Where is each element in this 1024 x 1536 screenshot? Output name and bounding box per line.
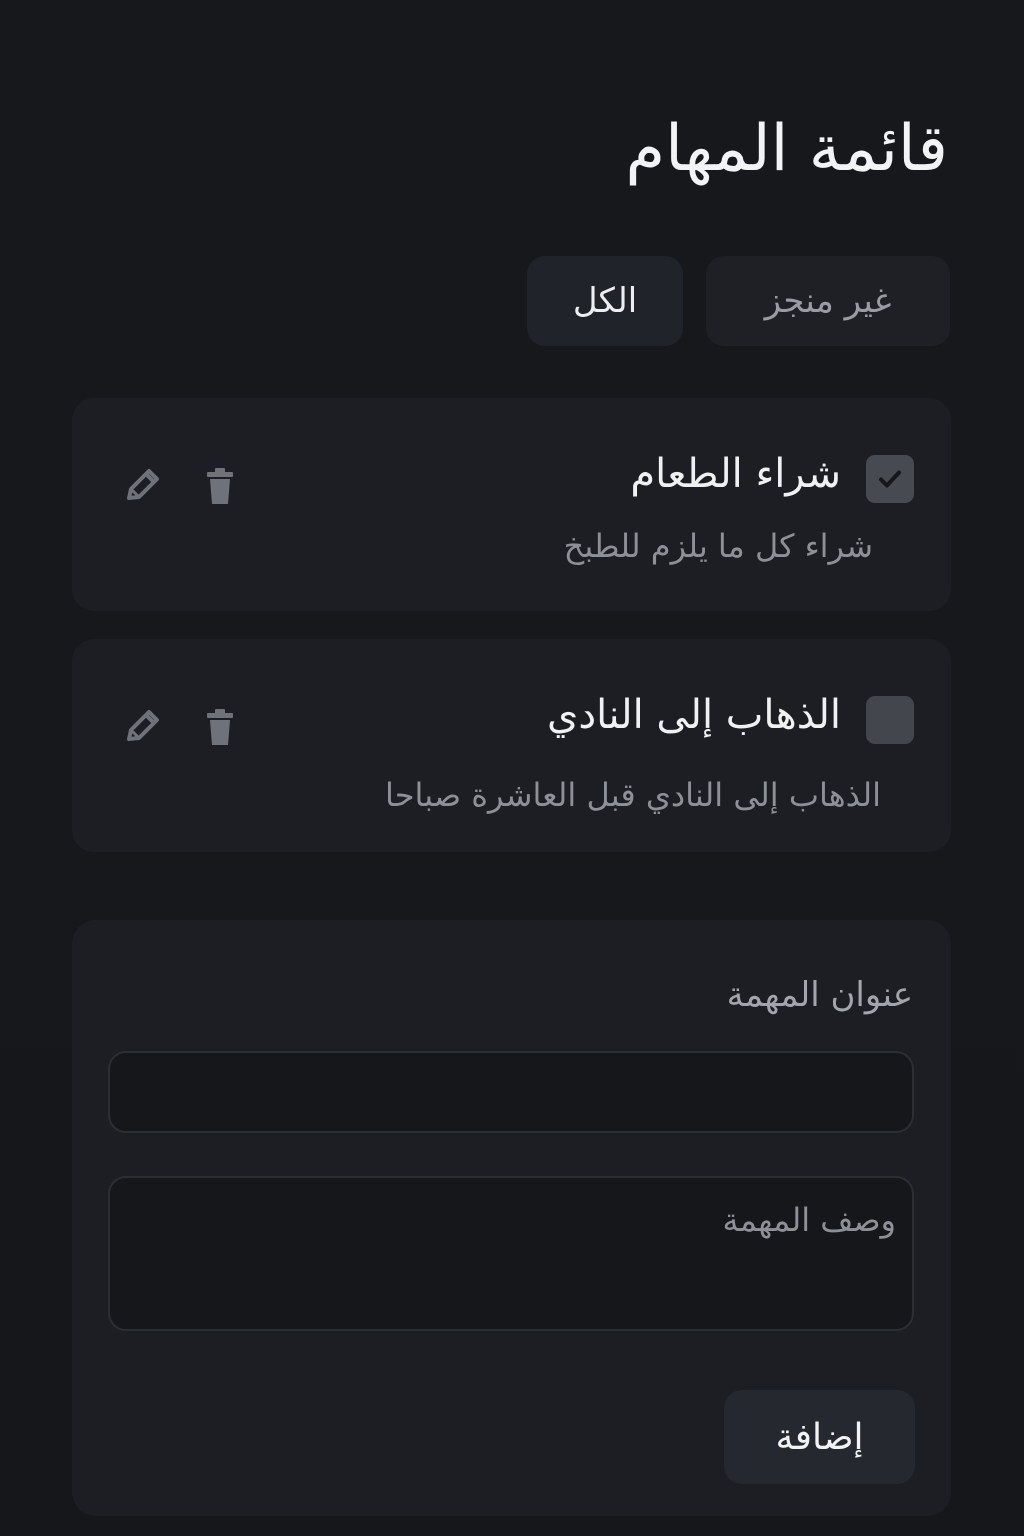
task-checkbox[interactable]: [866, 696, 914, 744]
add-task-form: عنوان المهمة إضافة: [72, 920, 951, 1516]
trash-icon: [207, 468, 233, 504]
delete-task-button[interactable]: [196, 703, 244, 751]
edit-task-button[interactable]: [118, 703, 166, 751]
pencil-icon: [127, 469, 159, 500]
edit-task-button[interactable]: [118, 462, 166, 510]
task-description-input[interactable]: [108, 1176, 914, 1331]
filter-incomplete-button[interactable]: غير منجز: [706, 256, 950, 346]
add-task-button[interactable]: إضافة: [724, 1390, 915, 1484]
checkmark-icon: [879, 470, 901, 488]
trash-icon: [207, 709, 233, 745]
task-card: شراء الطعام شراء كل ما يلزم للطبخ: [72, 398, 951, 611]
page-title: قائمة المهام: [625, 112, 948, 186]
filter-all-button[interactable]: الكل: [527, 256, 683, 346]
task-title: شراء الطعام: [630, 451, 841, 497]
add-task-button-label: إضافة: [775, 1416, 864, 1458]
pencil-icon: [127, 710, 159, 741]
task-description: الذهاب إلى النادي قبل العاشرة صباحا: [384, 776, 881, 814]
todo-app-screen: قائمة المهام غير منجز الكل شراء الطعام ش…: [0, 0, 1024, 1536]
task-checkbox[interactable]: [866, 455, 914, 503]
task-title-label: عنوان المهمة: [726, 975, 913, 1015]
delete-task-button[interactable]: [196, 462, 244, 510]
task-title-input[interactable]: [108, 1051, 914, 1133]
task-title: الذهاب إلى النادي: [547, 692, 841, 738]
filter-incomplete-label: غير منجز: [764, 281, 892, 321]
task-card: الذهاب إلى النادي الذهاب إلى النادي قبل …: [72, 639, 951, 852]
task-description: شراء كل ما يلزم للطبخ: [563, 527, 873, 565]
filter-all-label: الكل: [572, 281, 638, 321]
